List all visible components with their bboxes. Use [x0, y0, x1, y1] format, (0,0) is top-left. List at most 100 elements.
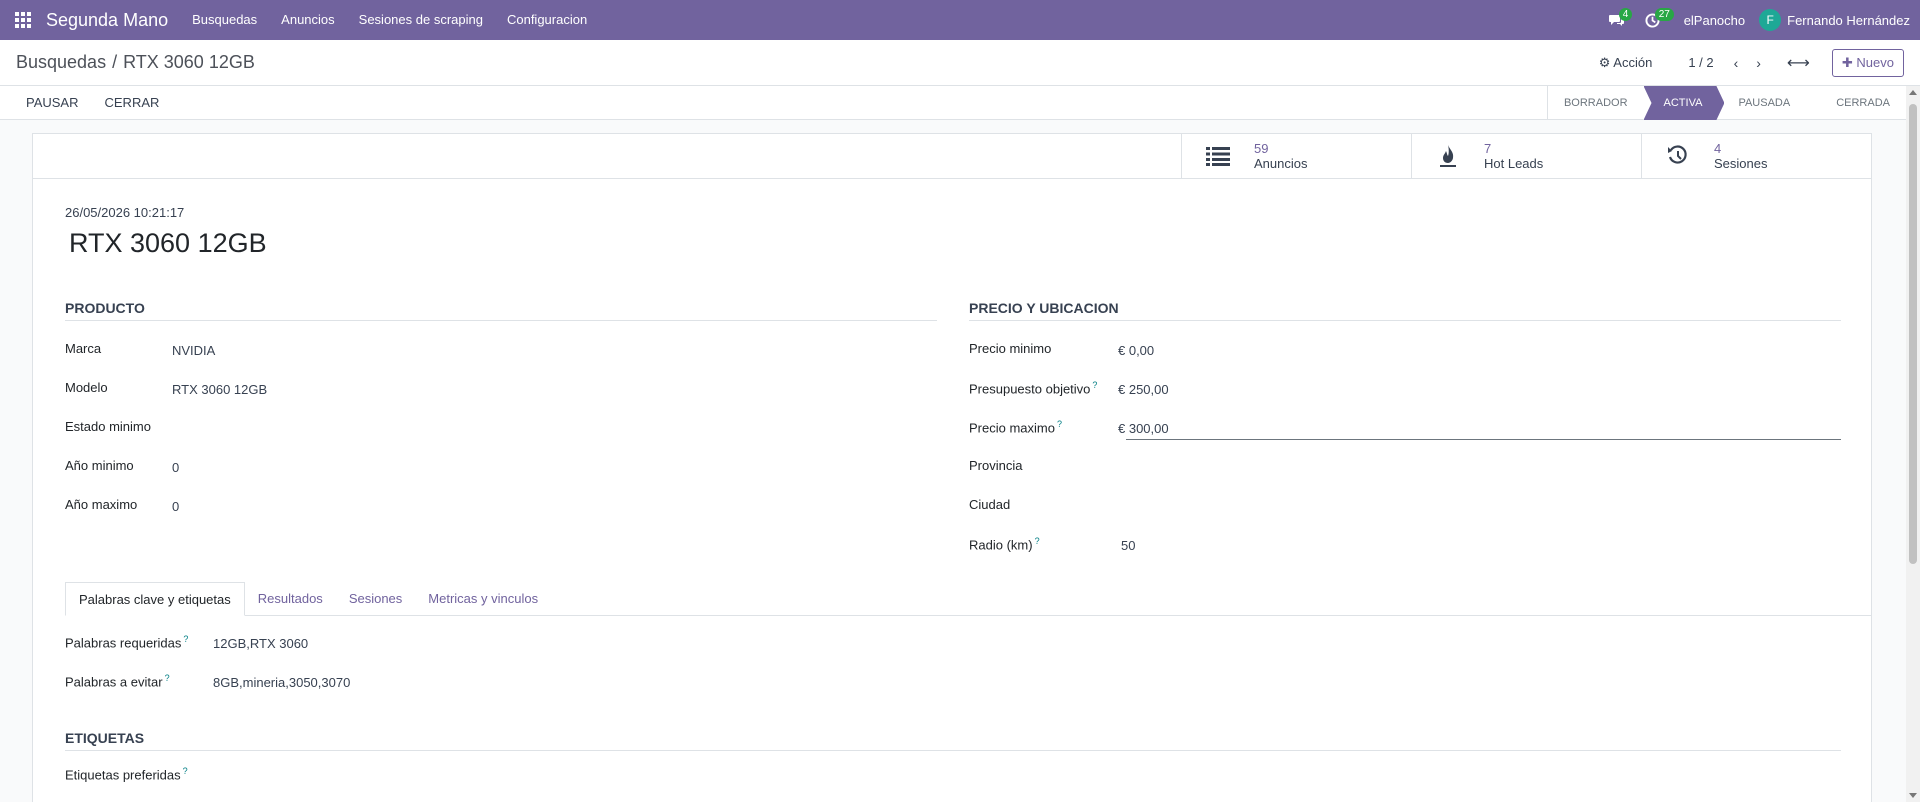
- marca-value[interactable]: NVIDIA: [172, 343, 215, 358]
- action-label: Acción: [1613, 54, 1653, 70]
- scroll-up-icon[interactable]: [1909, 90, 1917, 95]
- etiquetas-preferidas-label: Etiquetas preferidas?: [65, 766, 188, 783]
- ano-minimo-value[interactable]: 0: [172, 460, 179, 475]
- menu-busquedas[interactable]: Busquedas: [180, 0, 269, 40]
- form-sheet: 59 Anuncios 7 Hot Leads 4 Sesiones 26/05…: [32, 133, 1872, 802]
- tab-resultados[interactable]: Resultados: [245, 582, 336, 615]
- stage-pausada[interactable]: PAUSADA: [1724, 86, 1806, 120]
- stage-pipeline: BORRADOR ACTIVA PAUSADA CERRADA: [1546, 86, 1906, 120]
- anuncios-label: Anuncios: [1254, 156, 1308, 171]
- ano-maximo-field: Año maximo 0: [65, 477, 937, 516]
- palabras-requeridas-value[interactable]: 12GB,RTX 3060: [213, 636, 308, 651]
- menu-configuracion[interactable]: Configuracion: [495, 0, 599, 40]
- pager-next-icon[interactable]: ›: [1752, 55, 1765, 71]
- apps-menu-icon[interactable]: [0, 0, 46, 40]
- palabras-requeridas-label: Palabras requeridas?: [65, 634, 189, 651]
- precio-minimo-field: Precio minimo € 0,00: [969, 321, 1841, 360]
- statusbar: PAUSAR CERRAR BORRADOR ACTIVA PAUSADA CE…: [0, 86, 1906, 120]
- messages-badge: 4: [1618, 8, 1633, 21]
- estado-minimo-label: Estado minimo: [65, 419, 151, 434]
- modelo-label: Modelo: [65, 380, 108, 395]
- radio-value[interactable]: 50: [1121, 538, 1135, 553]
- app-brand[interactable]: Segunda Mano: [46, 10, 180, 31]
- tab-palabras-clave[interactable]: Palabras clave y etiquetas: [65, 582, 245, 616]
- help-icon[interactable]: ?: [183, 766, 188, 776]
- breadcrumb-current: RTX 3060 12GB: [123, 52, 255, 72]
- hot-leads-count: 7: [1484, 141, 1492, 156]
- anuncios-count: 59: [1254, 141, 1269, 156]
- estado-minimo-field: Estado minimo: [65, 399, 937, 438]
- ano-minimo-field: Año minimo 0: [65, 438, 937, 477]
- menu-anuncios[interactable]: Anuncios: [269, 0, 346, 40]
- help-icon[interactable]: ?: [1057, 419, 1062, 429]
- stage-cerrada[interactable]: CERRADA: [1806, 86, 1906, 120]
- etiquetas-section: ETIQUETAS Etiquetas preferidas?: [65, 730, 1841, 782]
- record-title[interactable]: RTX 3060 12GB: [69, 228, 267, 259]
- pager-value[interactable]: 1 / 2: [1682, 55, 1719, 70]
- company-switcher[interactable]: elPanocho: [1670, 13, 1759, 28]
- control-panel: Busquedas / RTX 3060 12GB ⚙ Acción 1 / 2…: [0, 40, 1920, 86]
- activities-button[interactable]: 27: [1635, 0, 1674, 40]
- ciudad-label: Ciudad: [969, 497, 1011, 512]
- pager-previous-icon[interactable]: ‹: [1730, 55, 1743, 71]
- sesiones-stat-button[interactable]: 4 Sesiones: [1641, 134, 1871, 178]
- avatar: F: [1759, 9, 1782, 31]
- user-menu[interactable]: F Fernando Hernández: [1759, 9, 1910, 31]
- messages-button[interactable]: 4: [1599, 0, 1635, 40]
- marca-field: Marca NVIDIA: [65, 321, 937, 360]
- activities-badge: 27: [1654, 8, 1674, 21]
- notebook-tabs: Palabras clave y etiquetas Resultados Se…: [65, 582, 1871, 616]
- precio-maximo-field: Precio maximo? € 300,00: [969, 399, 1841, 440]
- producto-group-title: PRODUCTO: [65, 300, 937, 321]
- sesiones-label: Sesiones: [1714, 156, 1768, 171]
- palabras-evitar-label: Palabras a evitar?: [65, 673, 170, 690]
- new-label: Nuevo: [1856, 54, 1894, 70]
- menu-sesiones-scraping[interactable]: Sesiones de scraping: [347, 0, 495, 40]
- producto-group: PRODUCTO Marca NVIDIA Modelo RTX 3060 12…: [65, 300, 937, 516]
- scroll-down-icon[interactable]: [1909, 793, 1917, 798]
- breadcrumb: Busquedas / RTX 3060 12GB: [0, 52, 255, 73]
- marca-label: Marca: [65, 341, 102, 356]
- top-navbar: Segunda Mano Busquedas Anuncios Sesiones…: [0, 0, 1920, 40]
- tab-metricas[interactable]: Metricas y vinculos: [415, 582, 551, 615]
- action-button[interactable]: ⚙ Acción: [1593, 55, 1659, 71]
- gear-icon: ⚙: [1598, 54, 1611, 70]
- plus-icon: ✚: [1841, 54, 1853, 70]
- expand-width-icon[interactable]: ⟷: [1775, 53, 1822, 73]
- history-icon: [1642, 145, 1714, 167]
- precio-minimo-label: Precio minimo: [969, 341, 1052, 356]
- presupuesto-objetivo-value[interactable]: € 250,00: [1118, 382, 1169, 397]
- precio-minimo-value[interactable]: € 0,00: [1118, 343, 1154, 358]
- pause-button[interactable]: PAUSAR: [14, 95, 91, 110]
- ano-minimo-label: Año minimo: [65, 458, 134, 473]
- ano-maximo-value[interactable]: 0: [172, 499, 179, 514]
- anuncios-stat-button[interactable]: 59 Anuncios: [1181, 134, 1411, 178]
- radio-label: Radio (km)?: [969, 536, 1040, 553]
- close-button[interactable]: CERRAR: [93, 95, 172, 110]
- scroll-thumb[interactable]: [1909, 104, 1917, 564]
- hot-leads-label: Hot Leads: [1484, 156, 1544, 171]
- new-button[interactable]: ✚ Nuevo: [1831, 48, 1904, 77]
- sesiones-count: 4: [1714, 141, 1722, 156]
- breadcrumb-separator: /: [112, 52, 118, 72]
- provincia-field: Provincia: [969, 438, 1841, 477]
- hot-leads-stat-button[interactable]: 7 Hot Leads: [1411, 134, 1641, 178]
- help-icon[interactable]: ?: [1035, 536, 1040, 546]
- user-name: Fernando Hernández: [1787, 12, 1910, 28]
- modelo-value[interactable]: RTX 3060 12GB: [172, 382, 267, 397]
- breadcrumb-parent[interactable]: Busquedas: [16, 52, 106, 73]
- precio-ubicacion-group: PRECIO Y UBICACION Precio minimo € 0,00 …: [969, 300, 1841, 555]
- tab-sesiones[interactable]: Sesiones: [336, 582, 415, 615]
- provincia-label: Provincia: [969, 458, 1023, 473]
- precio-group-title: PRECIO Y UBICACION: [969, 300, 1841, 321]
- help-icon[interactable]: ?: [1092, 380, 1097, 390]
- stage-activa[interactable]: ACTIVA: [1644, 86, 1725, 120]
- page-scrollbar[interactable]: [1906, 86, 1920, 802]
- stage-borrador[interactable]: BORRADOR: [1546, 86, 1644, 120]
- help-icon[interactable]: ?: [183, 634, 188, 644]
- modelo-field: Modelo RTX 3060 12GB: [65, 360, 937, 399]
- presupuesto-objetivo-field: Presupuesto objetivo? € 250,00: [969, 360, 1841, 399]
- help-icon[interactable]: ?: [165, 673, 170, 683]
- precio-maximo-value[interactable]: € 300,00: [1118, 421, 1169, 436]
- palabras-evitar-value[interactable]: 8GB,mineria,3050,3070: [213, 675, 350, 690]
